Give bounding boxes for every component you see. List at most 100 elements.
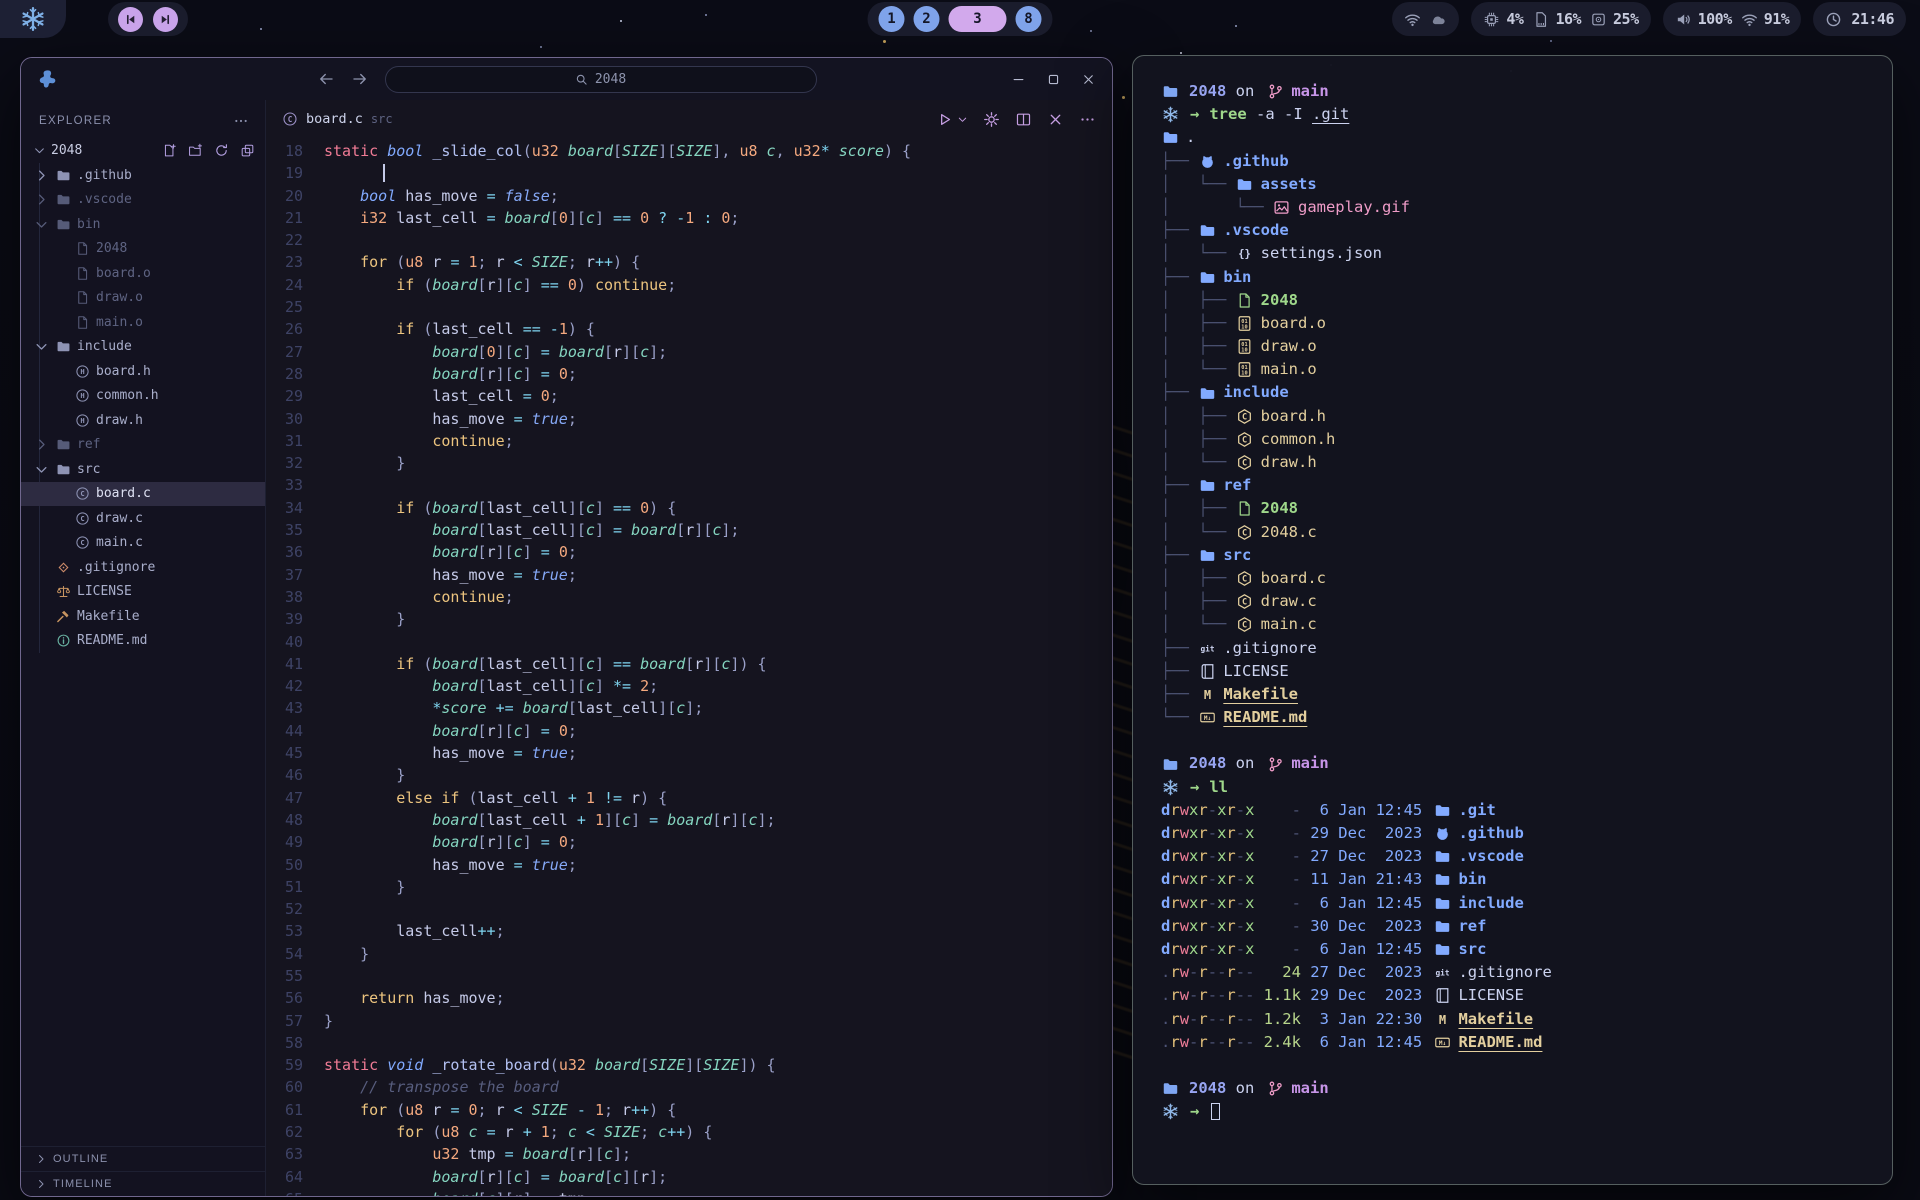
prompt-line: 2048 onmain bbox=[1161, 80, 1864, 103]
file-tree-item[interactable]: common.h bbox=[21, 384, 265, 409]
file-tree-item[interactable]: .vscode bbox=[21, 188, 265, 213]
close-button[interactable] bbox=[1081, 72, 1096, 87]
file-tree-item[interactable]: draw.c bbox=[21, 506, 265, 531]
entry-icon bbox=[1198, 268, 1216, 286]
file-tree-item[interactable]: LICENSE bbox=[21, 580, 265, 605]
timeline-section[interactable]: TIMELINE bbox=[21, 1171, 265, 1196]
tree-row: │ ├── board.c bbox=[1161, 567, 1864, 590]
file-name: board.o bbox=[96, 266, 151, 281]
file-tree: .github .vscode bin bbox=[21, 163, 265, 653]
tree-row: │ └── settings.json bbox=[1161, 242, 1864, 265]
permissions: .rw-r--r-- bbox=[1161, 984, 1259, 1007]
media-prev-button[interactable] bbox=[118, 7, 143, 32]
tree-row: ├── Makefile bbox=[1161, 683, 1864, 706]
file-size: - bbox=[1259, 822, 1301, 845]
workspace-button[interactable]: 2 bbox=[914, 6, 940, 32]
close-editor-icon[interactable] bbox=[1047, 111, 1064, 128]
split-editor-icon[interactable] bbox=[1015, 111, 1032, 128]
entry-name: 2048.c bbox=[1261, 521, 1317, 544]
git-branch-icon bbox=[1266, 83, 1284, 101]
file-tree-item[interactable]: include bbox=[21, 335, 265, 360]
nav-forward-icon[interactable] bbox=[351, 70, 369, 88]
file-tree-item[interactable]: board.c bbox=[21, 482, 265, 507]
settings-gear-icon[interactable] bbox=[983, 111, 1000, 128]
entry-name: src bbox=[1458, 938, 1486, 961]
command-text: tree -a -I .git bbox=[1209, 103, 1349, 126]
command-line: →ll bbox=[1161, 776, 1864, 799]
command-line-current[interactable]: → bbox=[1161, 1100, 1864, 1123]
file-tree-item[interactable]: 2048 bbox=[21, 237, 265, 262]
entry-name: board.c bbox=[1261, 567, 1326, 590]
workspace-button[interactable]: 8 bbox=[1016, 6, 1042, 32]
more-actions-icon[interactable] bbox=[1079, 111, 1096, 128]
workspace-button[interactable]: 1 bbox=[879, 6, 905, 32]
entry-icon bbox=[1433, 871, 1451, 889]
file-tree-item[interactable]: main.o bbox=[21, 310, 265, 335]
new-file-icon[interactable] bbox=[162, 143, 177, 158]
entry-name: src bbox=[1223, 544, 1251, 567]
entry-icon bbox=[1198, 639, 1216, 657]
new-folder-icon[interactable] bbox=[188, 143, 203, 158]
file-size: 24 bbox=[1259, 961, 1301, 984]
entry-icon bbox=[1198, 477, 1216, 495]
editor-titlebar[interactable]: 2048 bbox=[21, 58, 1112, 100]
media-next-button[interactable] bbox=[153, 7, 178, 32]
code-line: 58 bbox=[266, 1032, 1112, 1054]
file-tree-item[interactable]: src bbox=[21, 457, 265, 482]
file-tree-item[interactable]: board.h bbox=[21, 359, 265, 384]
explorer-more-icon[interactable] bbox=[233, 113, 249, 129]
editor-cursor bbox=[383, 164, 385, 182]
explorer-root-folder[interactable]: 2048 bbox=[21, 138, 265, 163]
run-file-button[interactable] bbox=[936, 111, 953, 128]
minimize-button[interactable] bbox=[1011, 72, 1026, 87]
refresh-explorer-icon[interactable] bbox=[214, 143, 229, 158]
file-tree-item[interactable]: .github bbox=[21, 163, 265, 188]
file-tree-item[interactable]: Makefile bbox=[21, 604, 265, 629]
entry-name: board.o bbox=[1261, 312, 1326, 335]
command-center-search[interactable]: 2048 bbox=[385, 66, 817, 93]
file-tree-item[interactable]: ref bbox=[21, 433, 265, 458]
code-line: 22 bbox=[266, 229, 1112, 251]
file-date: 6 Jan 12:45 bbox=[1310, 938, 1422, 961]
chevron-down-icon bbox=[33, 144, 46, 157]
file-tree-item[interactable]: bin bbox=[21, 212, 265, 237]
code-line: 64 board[r][c] = board[c][r]; bbox=[266, 1166, 1112, 1188]
file-tree-item[interactable]: README.md bbox=[21, 629, 265, 654]
volume-stat[interactable]: 100% bbox=[1675, 10, 1732, 28]
file-tree-item[interactable]: draw.o bbox=[21, 286, 265, 311]
file-size: - bbox=[1259, 915, 1301, 938]
file-tree-item[interactable]: draw.h bbox=[21, 408, 265, 433]
nixos-menu-button[interactable] bbox=[0, 0, 66, 38]
collapse-folders-icon[interactable] bbox=[240, 143, 255, 158]
file-name: ref bbox=[77, 437, 100, 452]
nav-back-icon[interactable] bbox=[317, 70, 335, 88]
file-date: 27 Dec 2023 bbox=[1310, 961, 1422, 984]
outline-section[interactable]: OUTLINE bbox=[21, 1146, 265, 1171]
folder-icon bbox=[1161, 83, 1179, 101]
top-status-bar: 1 2 3 8 4% 16% 25% 100% 91% 21:46 bbox=[0, 0, 1920, 38]
entry-name: .github bbox=[1223, 150, 1288, 173]
file-tree-item[interactable]: main.c bbox=[21, 531, 265, 556]
tab-board-c[interactable]: board.c src bbox=[282, 111, 393, 127]
terminal-window[interactable]: 2048 onmain →tree -a -I .git . ├── .gith… bbox=[1132, 55, 1893, 1185]
file-tree-item[interactable]: .gitignore bbox=[21, 555, 265, 580]
entry-name: .gitignore bbox=[1223, 637, 1316, 660]
code-area[interactable]: 18static bool _slide_col(u32 board[SIZE]… bbox=[266, 138, 1112, 1196]
entry-icon bbox=[1236, 291, 1254, 309]
run-dropdown-icon[interactable] bbox=[957, 114, 968, 125]
file-name: .vscode bbox=[77, 192, 132, 207]
tree-row: ├── include bbox=[1161, 381, 1864, 404]
file-tree-item[interactable]: board.o bbox=[21, 261, 265, 286]
entry-name: draw.h bbox=[1261, 451, 1317, 474]
file-type-icon bbox=[55, 216, 72, 233]
entry-icon bbox=[1236, 407, 1254, 425]
code-line: 44 board[r][c] = 0; bbox=[266, 720, 1112, 742]
maximize-button[interactable] bbox=[1046, 72, 1061, 87]
network-weather-pill[interactable] bbox=[1392, 2, 1459, 36]
workspace-button[interactable]: 3 bbox=[949, 6, 1007, 32]
entry-icon bbox=[1198, 709, 1216, 727]
entry-icon bbox=[1236, 314, 1254, 332]
tree-chevron-icon bbox=[33, 167, 50, 184]
status-indicators: 4% 16% 25% 100% 91% 21:46 bbox=[1392, 2, 1906, 36]
wifi-strength-stat[interactable]: 91% bbox=[1741, 10, 1790, 28]
